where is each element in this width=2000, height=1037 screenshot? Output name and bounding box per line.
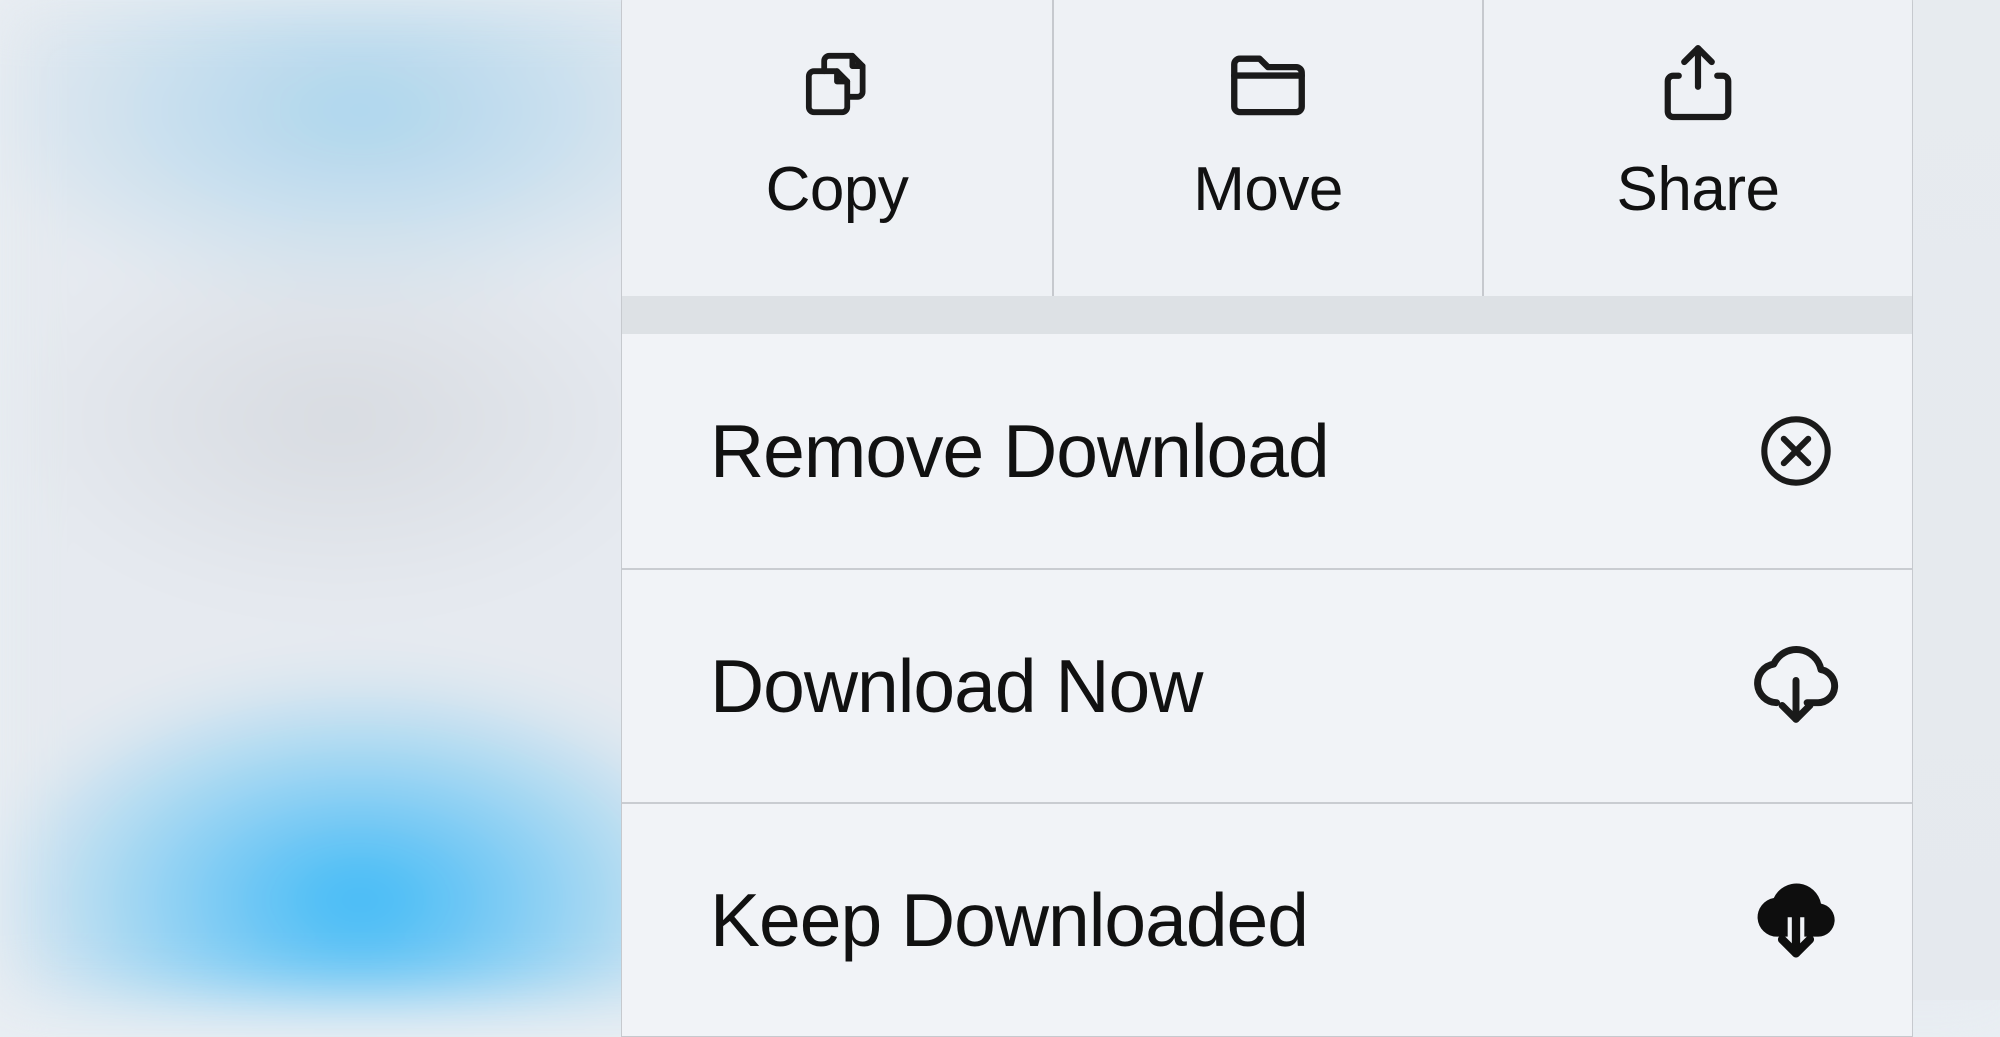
top-action-row: Copy Move Share (621, 0, 1913, 296)
menu-separator (621, 296, 1913, 334)
remove-download-label: Remove Download (710, 408, 1329, 494)
share-icon (1653, 39, 1743, 129)
download-now-label: Download Now (710, 643, 1202, 729)
cloud-download-icon (1746, 636, 1846, 736)
keep-downloaded-item[interactable]: Keep Downloaded (622, 802, 1912, 1036)
menu-list: Remove Download Download Now Keep Do (621, 334, 1913, 1037)
right-strip (1912, 0, 2000, 1000)
x-circle-icon (1746, 401, 1846, 501)
share-label: Share (1617, 159, 1780, 221)
remove-download-item[interactable]: Remove Download (622, 334, 1912, 568)
copy-label: Copy (766, 159, 909, 221)
move-button[interactable]: Move (1052, 0, 1482, 296)
copy-icon (792, 39, 882, 129)
move-label: Move (1193, 159, 1343, 221)
download-now-item[interactable]: Download Now (622, 568, 1912, 802)
context-menu: Copy Move Share (621, 0, 1913, 1037)
share-button[interactable]: Share (1482, 0, 1912, 296)
copy-button[interactable]: Copy (622, 0, 1052, 296)
cloud-download-filled-icon (1746, 870, 1846, 970)
keep-downloaded-label: Keep Downloaded (710, 877, 1308, 963)
folder-icon (1223, 39, 1313, 129)
